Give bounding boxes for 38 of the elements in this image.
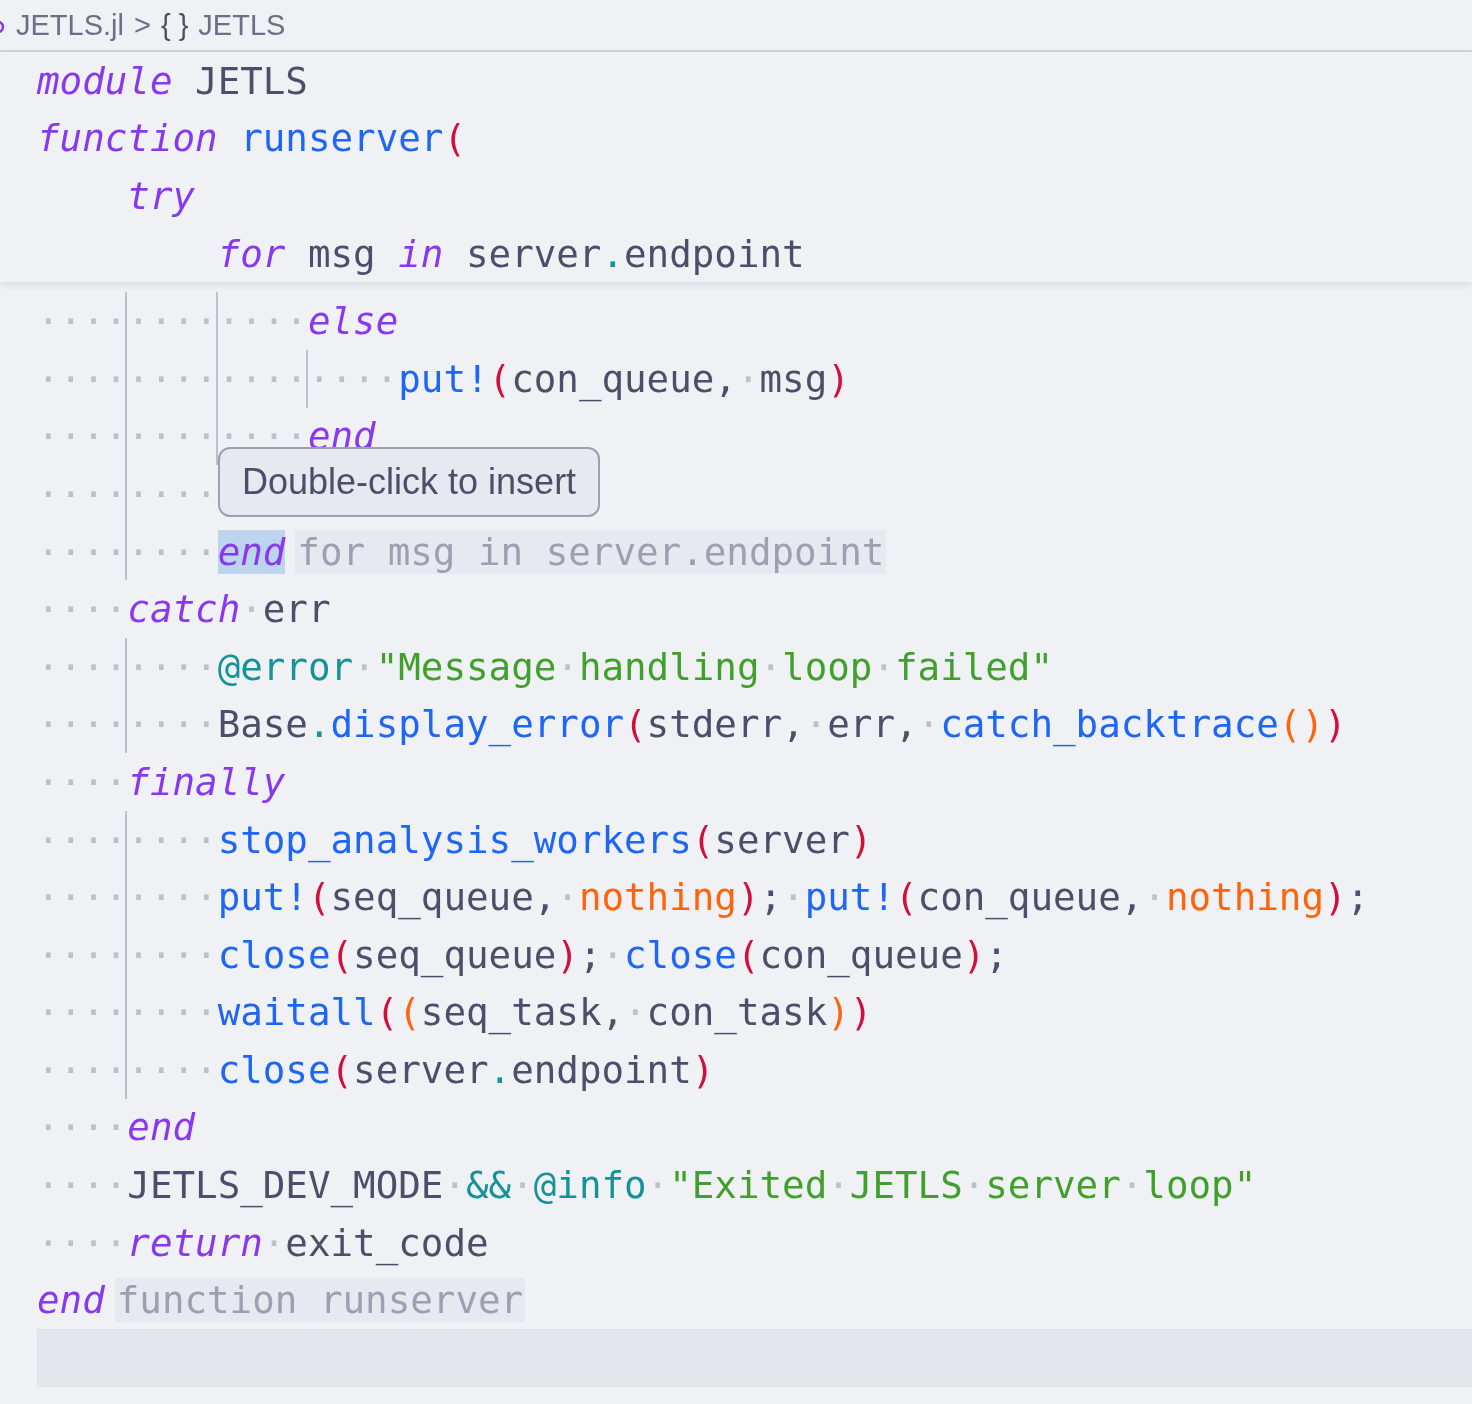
code-line: close(seq_queue);·close(con_queue); [217, 932, 1008, 977]
code-line: end [127, 1105, 196, 1150]
indent-dots: ········ [37, 637, 218, 696]
indent-dots: ···· [37, 1219, 128, 1267]
inlay-hint: for msg in server.endpoint [295, 529, 887, 574]
inlay-hint: function runserver [114, 1278, 526, 1323]
indent-dots: ············ [37, 292, 308, 350]
code-line: @error·"Message·handling·loop·failed" [217, 644, 1053, 689]
indent-dots: ········ [37, 983, 218, 1042]
indent-dots: ···· [37, 1104, 128, 1152]
code-line: close(server.endpoint) [217, 1047, 715, 1092]
breadcrumb-item[interactable]: JETLS.jl [16, 8, 124, 42]
code-line: end [37, 1278, 105, 1323]
indent-dots: ···· [37, 586, 128, 634]
breadcrumb-separator: > [134, 8, 151, 42]
indent-dots: ················ [37, 349, 399, 408]
code-line: JETLS_DEV_MODE·&&·@info·"Exited·JETLS·server·loop" [127, 1163, 1257, 1208]
code-line: catch·err [127, 587, 331, 632]
code-line: module JETLS [37, 58, 308, 103]
breadcrumb-item[interactable]: JETLS [198, 8, 286, 42]
tooltip: Double-click to insert [218, 447, 601, 518]
code-line: function runserver( [37, 116, 466, 161]
code-line: else [307, 299, 399, 344]
code-line: put!(seq_queue,·nothing);·put!(con_queue,·nothing); [217, 875, 1370, 920]
indent-dots: ···· [37, 1162, 128, 1210]
indent-dots: ········ [37, 810, 218, 869]
indent-dots: ········ [37, 695, 218, 754]
indent-dots: ········ [37, 925, 218, 984]
code-line: return·exit_code [127, 1220, 489, 1265]
indent-dots: ···· [37, 758, 128, 806]
code-line: put!(con_queue,·msg) [398, 356, 850, 401]
code-line: waitall((seq_task,·con_task)) [217, 990, 873, 1035]
symbol-icon: { } [160, 8, 189, 42]
code-line: for msg in server.endpoint [216, 231, 805, 276]
code-line: try [126, 174, 196, 218]
code-line: stop_analysis_workers(server) [217, 817, 873, 862]
indent-dots: ········ [37, 868, 218, 926]
indent-dots: ········ [37, 1041, 218, 1099]
